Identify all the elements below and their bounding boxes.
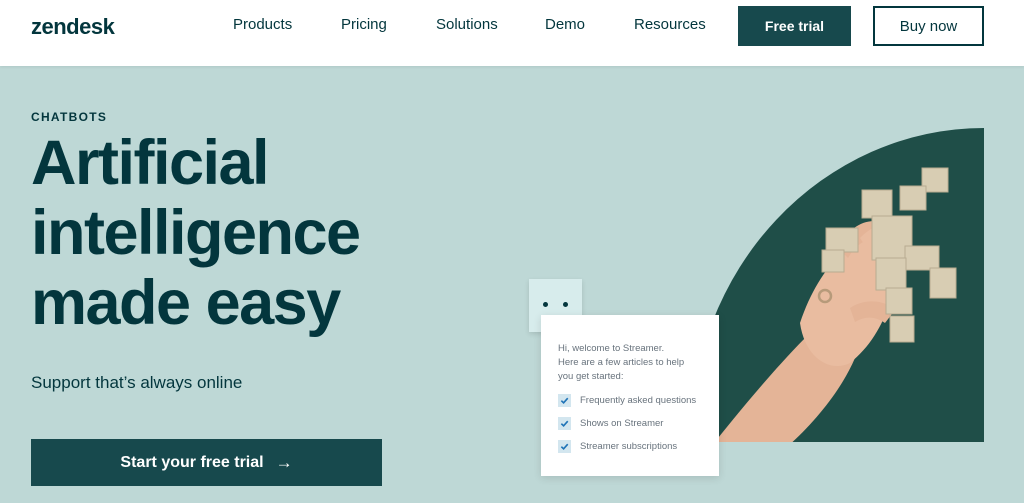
hero-eyebrow: CHATBOTS <box>31 110 108 124</box>
chat-widget: Hi, welcome to Streamer. Here are a few … <box>541 315 719 476</box>
bot-eye-right <box>563 302 568 307</box>
start-free-trial-button[interactable]: Start your free trial → <box>31 439 382 486</box>
arrow-right-icon: → <box>275 452 293 472</box>
checkmark-icon <box>558 440 571 453</box>
chat-option-label: Frequently asked questions <box>580 395 697 406</box>
hero-subheading: Support that’s always online <box>31 373 243 392</box>
chat-option-label: Streamer subscriptions <box>580 441 678 452</box>
checkmark-icon <box>558 394 571 407</box>
greeting-line: Hi, welcome to Streamer. <box>558 343 665 354</box>
headline-line-1: Artificial <box>31 128 270 198</box>
cta-label: Start your free trial <box>120 453 264 471</box>
nav-demo[interactable]: Demo <box>545 16 585 33</box>
bot-eye-left <box>543 302 548 307</box>
top-nav-bar: zendesk Products Pricing Solutions Demo … <box>0 0 1024 66</box>
nav-pricing[interactable]: Pricing <box>341 16 387 33</box>
headline-line-3: made easy <box>31 268 341 338</box>
greeting-line: Here are a few articles to help <box>558 357 685 368</box>
chat-option-label: Shows on Streamer <box>580 418 664 429</box>
hero-illustration <box>690 128 984 442</box>
chat-option-faq[interactable]: Frequently asked questions <box>558 394 719 407</box>
nav-solutions[interactable]: Solutions <box>436 16 498 33</box>
zendesk-logo[interactable]: zendesk <box>31 14 115 40</box>
nav-resources[interactable]: Resources <box>634 16 706 33</box>
hero-headline: Artificial intelligence made easy <box>31 128 451 338</box>
chat-option-subscriptions[interactable]: Streamer subscriptions <box>558 440 719 453</box>
checkmark-icon <box>558 417 571 430</box>
nav-products[interactable]: Products <box>233 16 292 33</box>
headline-line-2: intelligence <box>31 198 361 268</box>
greeting-line: you get started: <box>558 371 624 382</box>
chat-greeting: Hi, welcome to Streamer. Here are a few … <box>558 342 719 384</box>
buy-now-button[interactable]: Buy now <box>873 6 984 46</box>
chat-option-shows[interactable]: Shows on Streamer <box>558 417 719 430</box>
free-trial-button[interactable]: Free trial <box>738 6 851 46</box>
